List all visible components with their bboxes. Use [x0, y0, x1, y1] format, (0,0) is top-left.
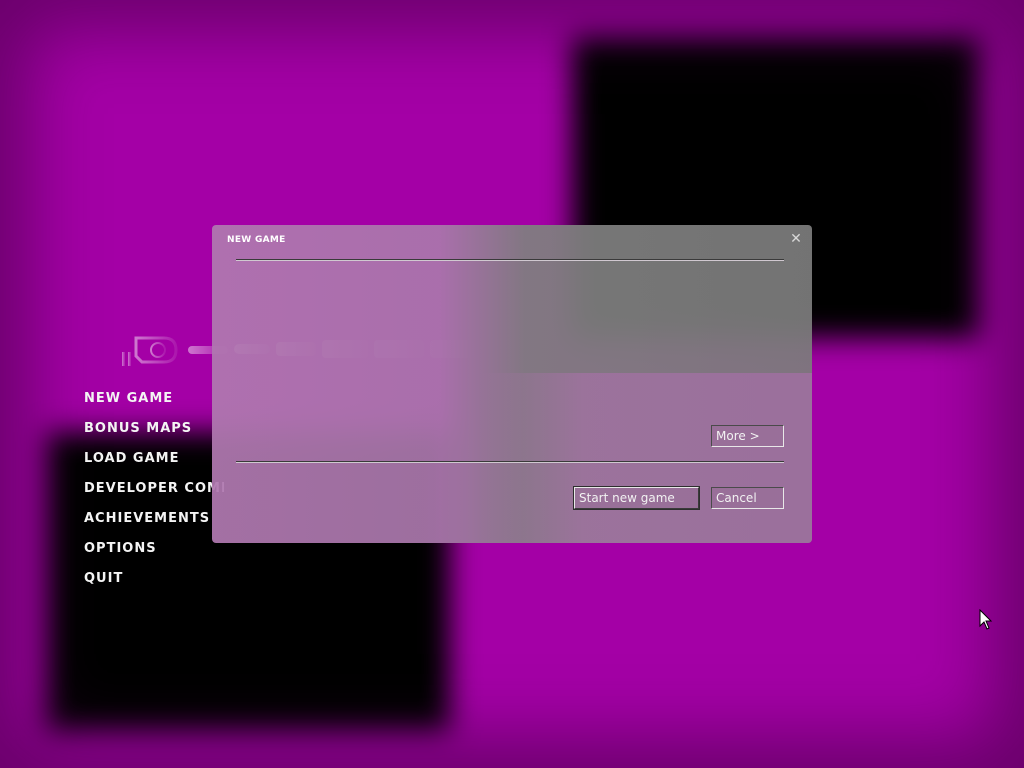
dialog-tint: [212, 373, 812, 543]
cancel-button[interactable]: Cancel: [711, 487, 784, 509]
close-icon[interactable]: ✕: [789, 232, 803, 246]
menu-item-options[interactable]: OPTIONS: [84, 539, 224, 569]
dialog-title: NEW GAME: [227, 235, 286, 245]
menu-item-bonus-maps[interactable]: BONUS MAPS: [84, 419, 224, 449]
dialog-divider-top: [236, 259, 784, 261]
menu-item-new-game[interactable]: NEW GAME: [84, 389, 224, 419]
menu-item-load-game[interactable]: LOAD GAME: [84, 449, 224, 479]
menu-item-developer-commentary[interactable]: DEVELOPER COMMENTARY: [84, 479, 224, 509]
mouse-cursor-icon: [979, 609, 993, 630]
menu-item-quit[interactable]: QUIT: [84, 569, 224, 599]
dialog-divider-bottom: [236, 461, 784, 463]
menu-item-achievements[interactable]: ACHIEVEMENTS: [84, 509, 224, 539]
more-button[interactable]: More >: [711, 425, 784, 447]
start-new-game-button[interactable]: Start new game: [573, 486, 700, 510]
new-game-dialog: NEW GAME ✕ More > Start new game Cancel: [212, 225, 812, 543]
game-screen: NEW GAME BONUS MAPS LOAD GAME DEVELOPER …: [0, 0, 1024, 768]
main-menu: NEW GAME BONUS MAPS LOAD GAME DEVELOPER …: [84, 389, 224, 599]
